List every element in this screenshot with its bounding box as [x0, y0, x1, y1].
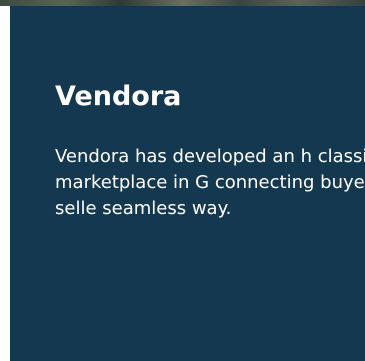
card-title: Vendora — [55, 81, 182, 112]
card-description: Vendora has developed an h classifieds m… — [55, 146, 365, 219]
page-frame: Vendora Vendora has developed an h class… — [0, 0, 365, 361]
vendora-card[interactable]: Vendora Vendora has developed an h class… — [10, 6, 365, 361]
